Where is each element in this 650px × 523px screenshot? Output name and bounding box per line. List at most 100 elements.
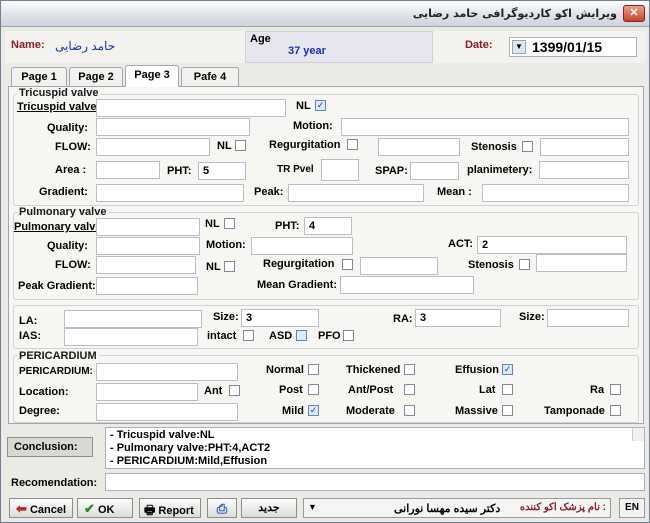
moderate-checkbox[interactable] bbox=[404, 405, 415, 416]
ra-peri-checkbox[interactable] bbox=[610, 384, 621, 395]
tricuspid-stenosis-checkbox[interactable] bbox=[522, 141, 533, 152]
pulmonary-regurg-input[interactable] bbox=[360, 257, 438, 275]
title-bar: ویرایش اکو کاردیوگرافی حامد رضایی ✕ bbox=[1, 1, 649, 27]
ok-button[interactable]: ✔ OK bbox=[77, 498, 133, 518]
tab-page-3[interactable]: Page 3 bbox=[125, 65, 179, 87]
pulmonary-quality-input[interactable] bbox=[96, 237, 200, 255]
ra-input[interactable]: 3 bbox=[415, 309, 501, 327]
pulmonary-stenosis-label: Stenosis bbox=[468, 259, 514, 271]
ra-size-input[interactable] bbox=[547, 309, 629, 327]
lat-label: Lat bbox=[479, 384, 496, 396]
tricuspid-motion-input[interactable] bbox=[341, 118, 629, 136]
report-button[interactable]: 🖶 Report bbox=[139, 498, 201, 518]
pulmonary-peak-gradient-input[interactable] bbox=[96, 277, 198, 295]
ias-input[interactable] bbox=[64, 328, 198, 346]
pulmonary-act-input[interactable]: 2 bbox=[477, 236, 627, 254]
la-input[interactable] bbox=[64, 310, 202, 328]
date-label: Date: bbox=[465, 39, 493, 51]
intact-checkbox[interactable] bbox=[243, 330, 254, 341]
tricuspid-pht-input[interactable]: 5 bbox=[198, 162, 246, 180]
tricuspid-flow-label: FLOW: bbox=[55, 141, 91, 153]
tricuspid-planimetery-input[interactable] bbox=[539, 161, 629, 179]
tricuspid-stenosis-input[interactable] bbox=[540, 138, 629, 156]
pulmonary-nl-checkbox[interactable] bbox=[224, 218, 235, 229]
chevron-down-icon: ▼ bbox=[308, 502, 317, 512]
pulmonary-stenosis-checkbox[interactable] bbox=[519, 259, 530, 270]
normal-checkbox[interactable] bbox=[308, 364, 319, 375]
la-label: LA: bbox=[19, 315, 38, 327]
tricuspid-area-input[interactable] bbox=[96, 161, 160, 179]
pericardium-title: PERICARDIUM bbox=[17, 350, 99, 362]
degree-input[interactable] bbox=[96, 403, 238, 421]
tricuspid-stenosis-label: Stenosis bbox=[471, 141, 517, 153]
asd-checkbox[interactable] bbox=[296, 330, 307, 341]
pulmonary-mean-gradient-label: Mean Gradient: bbox=[257, 279, 338, 291]
intact-label: intact bbox=[207, 330, 237, 342]
post-checkbox[interactable] bbox=[308, 384, 319, 395]
asd-label: ASD bbox=[269, 330, 293, 342]
tricuspid-mean-input[interactable] bbox=[482, 184, 629, 202]
tricuspid-mean-label: Mean : bbox=[437, 186, 472, 198]
tab-page-1[interactable]: Page 1 bbox=[11, 67, 67, 87]
close-button[interactable]: ✕ bbox=[623, 5, 645, 22]
pericardium-input[interactable] bbox=[96, 363, 238, 381]
mild-checkbox[interactable]: ✓ bbox=[308, 405, 319, 416]
pulmonary-act-label: ACT: bbox=[448, 238, 474, 250]
tricuspid-nl-checkbox[interactable]: ✓ bbox=[315, 100, 326, 111]
tricuspid-nl-label: NL bbox=[296, 100, 311, 112]
conclusion-button[interactable]: Conclusion: bbox=[7, 437, 93, 457]
pulmonary-regurg-checkbox[interactable] bbox=[342, 259, 353, 270]
pulmonary-flow-input[interactable] bbox=[96, 256, 196, 274]
tricuspid-peak-input[interactable] bbox=[288, 184, 424, 202]
tricuspid-motion-label: Motion: bbox=[293, 120, 333, 132]
tricuspid-flow-nl-checkbox[interactable] bbox=[235, 140, 246, 151]
pulmonary-motion-input[interactable] bbox=[251, 237, 353, 255]
tricuspid-regurg-input[interactable] bbox=[378, 138, 460, 156]
ant-checkbox[interactable] bbox=[229, 385, 240, 396]
date-field[interactable]: ▼ 1399/01/15 bbox=[509, 37, 637, 57]
recomendation-input[interactable] bbox=[105, 473, 645, 491]
cancel-button[interactable]: ⬅ Cancel bbox=[9, 498, 73, 518]
new-button[interactable]: جديد bbox=[241, 498, 297, 518]
massive-checkbox[interactable] bbox=[502, 405, 513, 416]
tricuspid-regurg-checkbox[interactable] bbox=[347, 139, 358, 150]
effusion-label: Effusion bbox=[455, 364, 499, 376]
tricuspid-gradient-input[interactable] bbox=[96, 184, 244, 202]
pulmonary-valve-input[interactable] bbox=[96, 218, 200, 236]
arrow-left-icon: ⬅ bbox=[16, 501, 27, 516]
conclusion-memo[interactable]: - Tricuspid valve:NL - Pulmonary valve:P… bbox=[105, 427, 645, 469]
date-dropdown-icon[interactable]: ▼ bbox=[512, 40, 526, 54]
thickened-checkbox[interactable] bbox=[404, 364, 415, 375]
pulmonary-flow-nl-checkbox[interactable] bbox=[224, 261, 235, 272]
cancel-label: Cancel bbox=[29, 504, 67, 516]
new-label: جديد bbox=[258, 502, 280, 514]
language-button[interactable]: EN bbox=[619, 498, 645, 518]
tamponade-checkbox[interactable] bbox=[610, 405, 621, 416]
tab-page-4[interactable]: Pafe 4 bbox=[181, 67, 239, 87]
location-input[interactable] bbox=[96, 383, 198, 401]
conclusion-line: - Pulmonary valve:PHT:4,ACT2 bbox=[110, 442, 271, 454]
patient-header: Name: حامد رضايى Age 37 year Date: ▼ 139… bbox=[5, 31, 645, 63]
ias-label: IAS: bbox=[19, 330, 41, 342]
tricuspid-spap-input[interactable] bbox=[410, 162, 459, 180]
pulmonary-pht-input[interactable]: 4 bbox=[304, 217, 352, 235]
pulmonary-stenosis-input[interactable] bbox=[536, 254, 627, 272]
print-button[interactable]: ⎙ bbox=[207, 498, 237, 518]
tricuspid-quality-input[interactable] bbox=[96, 118, 250, 136]
tab-page-2[interactable]: Page 2 bbox=[69, 67, 123, 87]
tricuspid-tr-pvel-input[interactable] bbox=[321, 159, 359, 181]
lat-checkbox[interactable] bbox=[502, 384, 513, 395]
pfo-checkbox[interactable] bbox=[343, 330, 354, 341]
doctor-select[interactable]: ▼ دکتر سیده مهسا نورانی نام پزشک اکو کنن… bbox=[303, 498, 611, 518]
pulmonary-quality-label: Quality: bbox=[47, 240, 88, 252]
tricuspid-flow-input[interactable] bbox=[96, 138, 210, 156]
antpost-checkbox[interactable] bbox=[404, 384, 415, 395]
age-box: Age 37 year bbox=[245, 31, 433, 63]
conclusion-scrollbar[interactable] bbox=[632, 428, 644, 441]
pulmonary-mean-gradient-input[interactable] bbox=[340, 276, 474, 294]
tricuspid-valve-input[interactable] bbox=[96, 99, 286, 117]
tricuspid-pht-label: PHT: bbox=[167, 165, 192, 177]
date-value: 1399/01/15 bbox=[532, 39, 603, 55]
effusion-checkbox[interactable]: ✓ bbox=[502, 364, 513, 375]
la-size-input[interactable]: 3 bbox=[241, 309, 319, 327]
